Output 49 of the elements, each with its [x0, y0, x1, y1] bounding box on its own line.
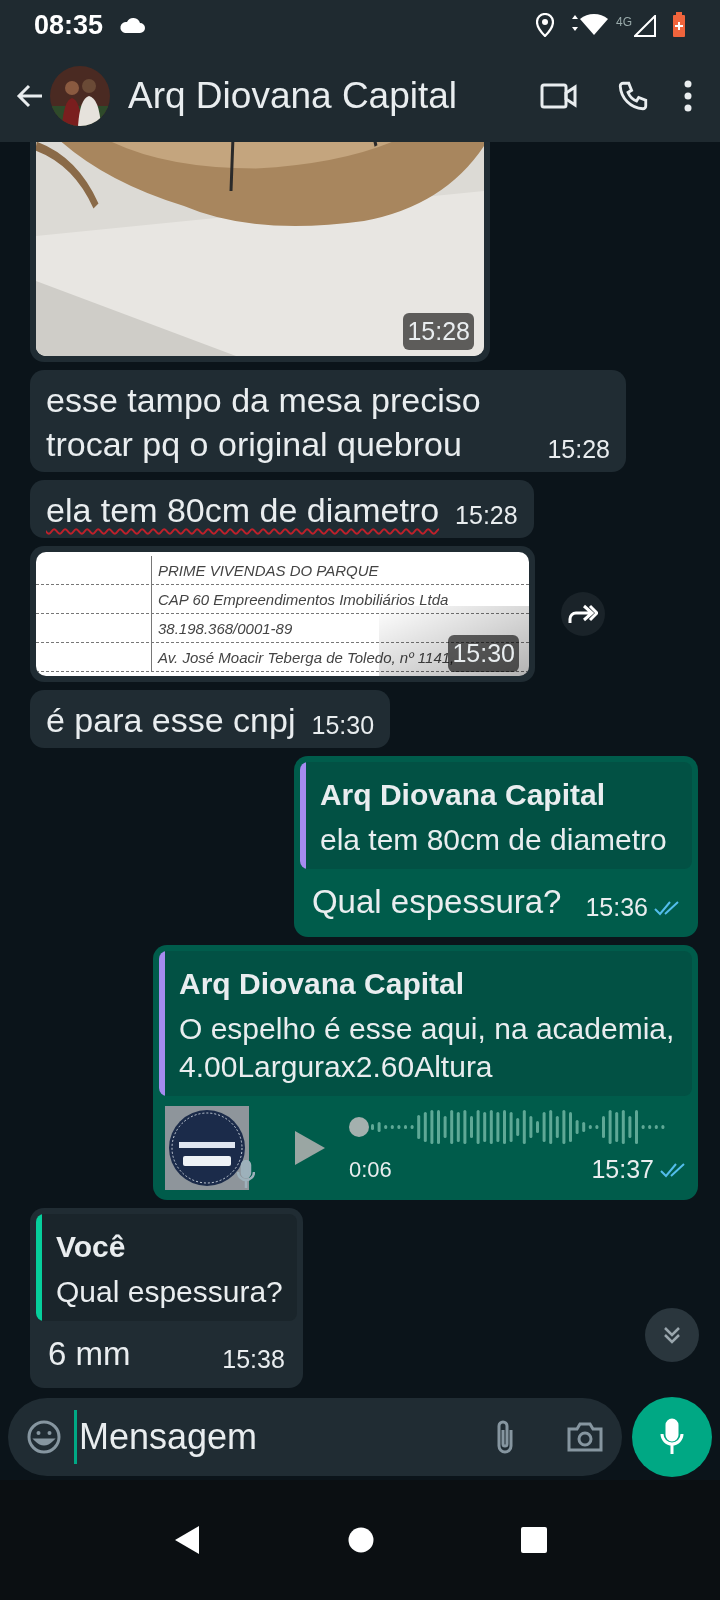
cloud-icon	[119, 17, 146, 33]
message-text: Qual espessura?	[311, 882, 562, 922]
home-nav-button[interactable]	[348, 1527, 374, 1553]
location-icon	[536, 13, 554, 37]
quote-text: Qual espessura?	[56, 1273, 283, 1310]
message-time: 15:36	[585, 892, 648, 923]
contact-avatar[interactable]	[50, 66, 110, 126]
quoted-message[interactable]: Arq Diovana Capital ela tem 80cm de diametro	[299, 762, 692, 869]
microphone-icon	[237, 1159, 255, 1190]
recents-nav-button[interactable]	[520, 1527, 547, 1553]
quote-author: Você	[56, 1228, 127, 1265]
message-text: ela tem 80cm de diametro	[46, 490, 440, 531]
quoted-message[interactable]: Você Qual espessura?	[36, 1213, 297, 1321]
back-arrow-icon	[16, 84, 44, 108]
quote-author: Arq Diovana Capital	[179, 965, 466, 1002]
battery-icon	[672, 12, 686, 38]
signal-icon	[634, 15, 656, 37]
message-text: 6 mm	[48, 1333, 131, 1374]
emoji-icon[interactable]	[26, 1419, 62, 1455]
camera-icon[interactable]	[566, 1421, 604, 1453]
message-time: 15:28	[547, 433, 610, 465]
quote-author: Arq Diovana Capital	[319, 777, 606, 813]
document-text: PRIME VIVENDAS DO PARQUE	[157, 561, 379, 581]
message-field[interactable]: Mensagem	[8, 1398, 622, 1476]
message-time: 15:28	[403, 312, 474, 350]
chat-title: Arq Diovana Capital	[128, 74, 459, 119]
message-time: 15:37	[591, 1153, 654, 1185]
forward-button[interactable]	[561, 592, 605, 636]
audio-duration: 0:06	[349, 1156, 392, 1184]
message-text: é para esse cnpj	[46, 700, 296, 741]
back-nav-button[interactable]	[173, 1525, 202, 1555]
message-time: 15:28	[455, 499, 518, 531]
quoted-message[interactable]: Arq Diovana Capital O espelho é esse aqui, na academia, 4.00Largurax2.60Altura	[159, 950, 692, 1096]
document-text: CAP 60 Empreendimentos Imobiliários Ltda	[157, 590, 449, 610]
message-time: 15:30	[311, 709, 375, 741]
message-text: esse tampo da mesa preciso trocar pq o original quebrou	[46, 380, 482, 465]
quote-text: ela tem 80cm de diametro	[319, 822, 667, 858]
quote-text: O espelho é esse aqui, na academia, 4.00Largurax2.60Altura	[179, 1010, 676, 1085]
document-text: 38.198.368/0001-89	[157, 619, 293, 639]
more-options-icon	[684, 80, 692, 112]
status-time: 08:35	[34, 8, 104, 42]
phone-icon	[616, 79, 650, 113]
network-label: 4G	[616, 14, 632, 31]
playback-thumb[interactable]	[349, 1116, 369, 1137]
video-camera-icon	[540, 82, 578, 110]
microphone-icon	[660, 1418, 684, 1456]
message-time: 15:38	[222, 1343, 285, 1375]
play-icon	[293, 1128, 327, 1167]
forward-icon	[568, 603, 598, 625]
